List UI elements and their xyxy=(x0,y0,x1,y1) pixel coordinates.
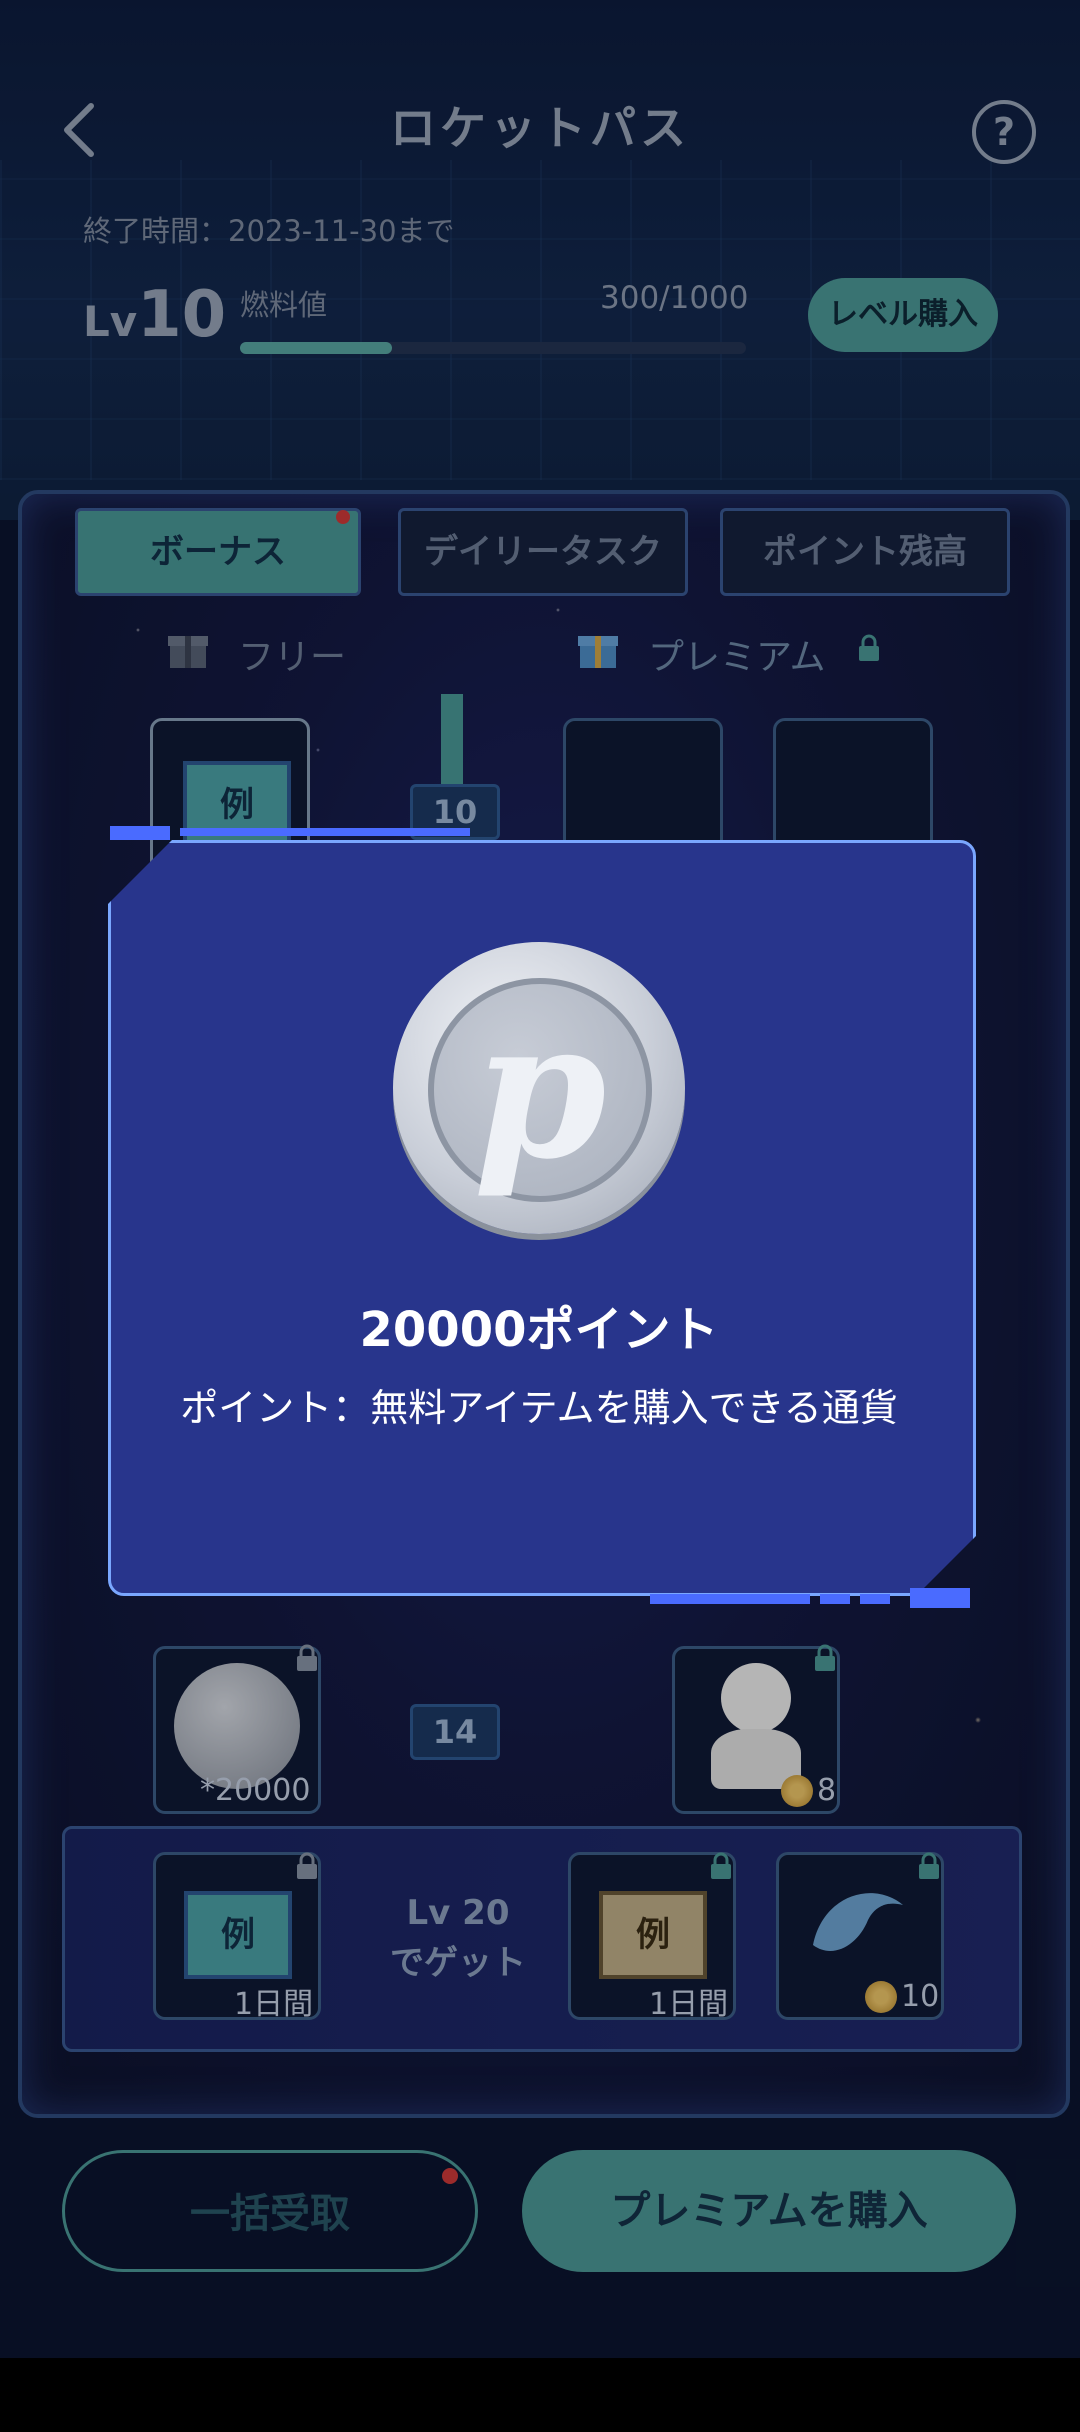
system-nav-bar xyxy=(0,2358,1080,2432)
modal-corner-decoration xyxy=(650,1588,970,1608)
modal-description: ポイント：無料アイテムを購入できる通貨 xyxy=(180,1386,898,1430)
modal-corner-decoration xyxy=(110,826,470,840)
point-coin-letter: p xyxy=(473,978,607,1201)
modal-title: 20000ポイント xyxy=(359,1302,719,1358)
